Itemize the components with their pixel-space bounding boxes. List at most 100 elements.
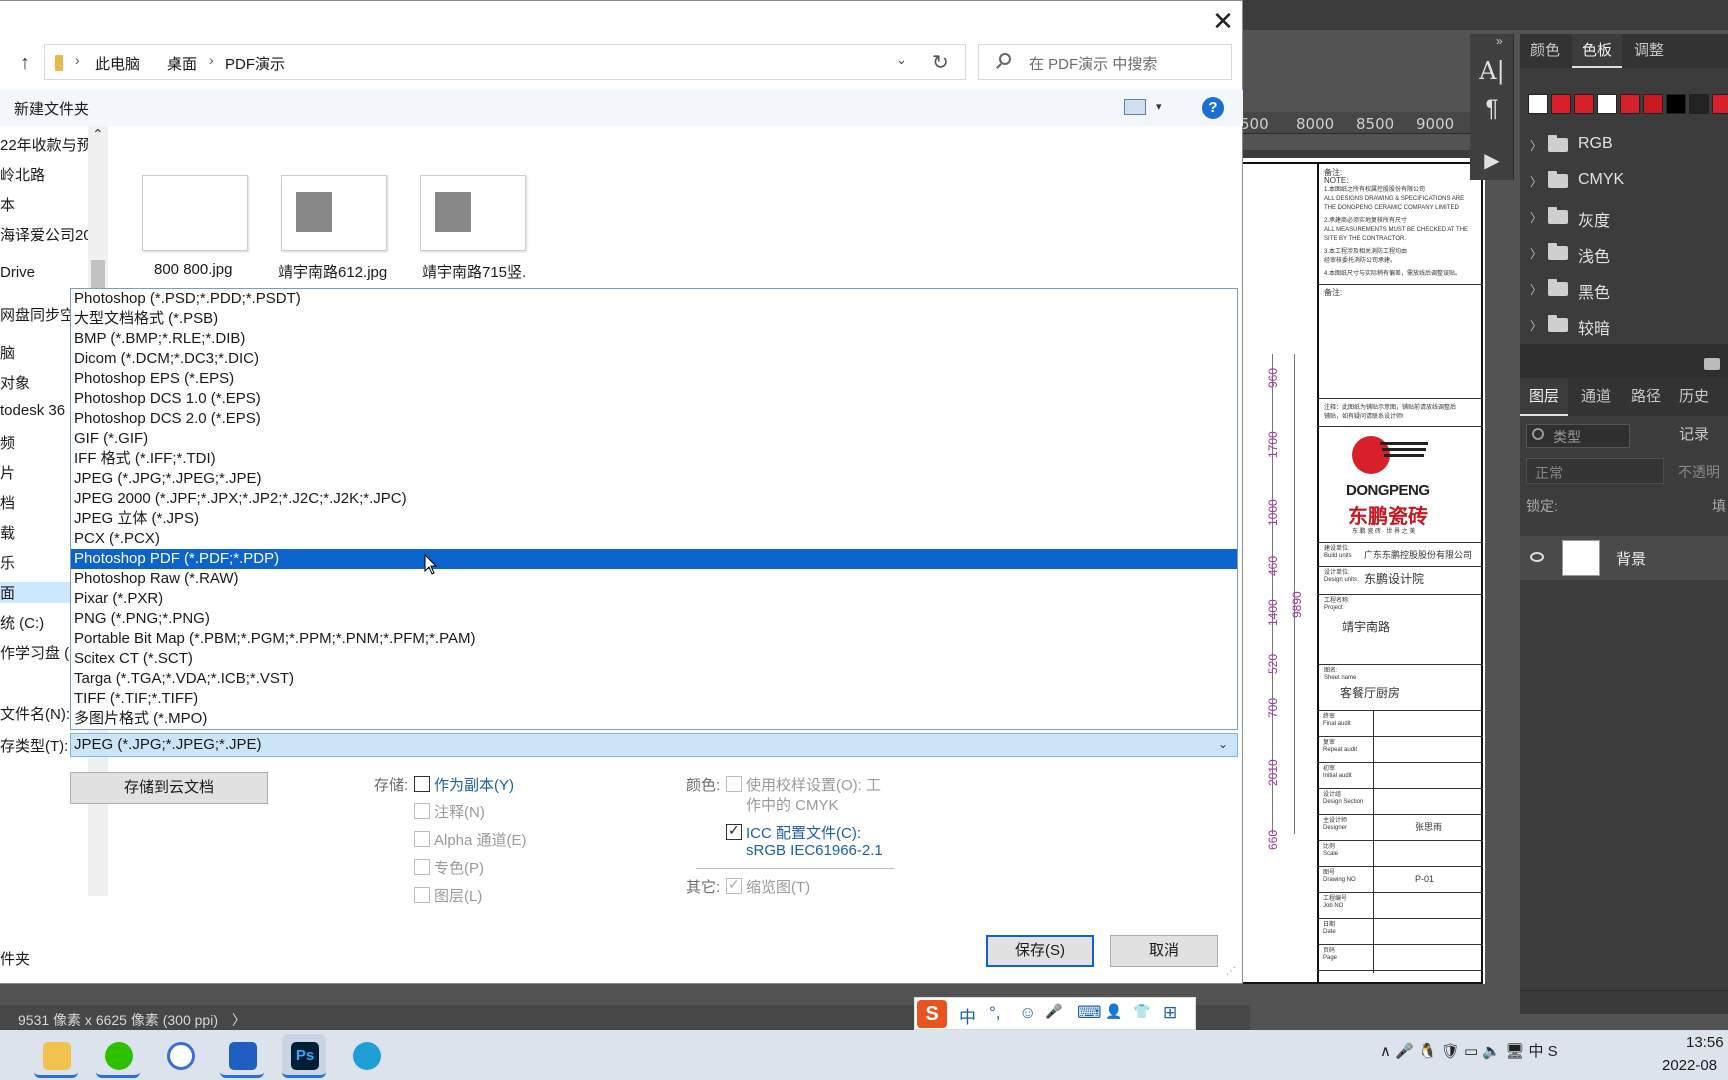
file-thumbnail[interactable] — [281, 175, 387, 251]
chevron-right-icon[interactable]: 〉 — [1530, 317, 1542, 334]
nav-item[interactable]: 22年收款与预 — [0, 134, 92, 155]
tab-layers[interactable]: 图层 — [1520, 378, 1569, 416]
ime-punctuation[interactable]: °, — [989, 1003, 1001, 1023]
address-history-dropdown[interactable]: ⌄ — [896, 52, 907, 68]
tab-swatches[interactable]: 色板 — [1572, 34, 1623, 68]
color-swatch[interactable] — [1643, 94, 1663, 114]
file-type-option[interactable]: Photoshop (*.PSD;*.PDD;*.PSDT) — [71, 289, 1237, 309]
breadcrumb-pdf-demo[interactable]: PDF演示 — [225, 53, 285, 74]
system-tray[interactable]: ∧ 🎤 🐧 🛡 ▭ 🔈 🖥 中 S — [1380, 1040, 1558, 1061]
tab-paths[interactable]: 路径 — [1622, 378, 1670, 416]
toolbox-icon[interactable]: ⊞ — [1163, 1003, 1177, 1023]
layer-row[interactable]: 背景 — [1520, 536, 1728, 580]
file-type-option[interactable]: JPEG 立体 (*.JPS) — [71, 509, 1237, 529]
thumbnail-checkbox[interactable] — [726, 876, 742, 894]
taskbar-edge[interactable] — [344, 1034, 388, 1078]
taskbar-file-explorer[interactable] — [34, 1034, 78, 1078]
up-arrow-icon[interactable]: ↑ — [20, 52, 30, 75]
nav-item[interactable]: 对象 — [0, 372, 30, 393]
file-type-option[interactable]: Photoshop DCS 1.0 (*.EPS) — [71, 389, 1237, 409]
color-swatch[interactable] — [1528, 94, 1548, 114]
file-type-option[interactable]: Photoshop Raw (*.RAW) — [71, 569, 1237, 589]
tab-color[interactable]: 颜色 — [1520, 34, 1570, 68]
breadcrumb-this-pc[interactable]: 此电脑 — [95, 53, 140, 74]
swatch-folder[interactable]: 〉 较暗 — [1520, 308, 1728, 344]
refresh-icon[interactable]: ↻ — [932, 50, 949, 75]
swatch-folder[interactable]: 〉 黑色 — [1520, 272, 1728, 308]
keyboard-icon[interactable]: ⌨ — [1077, 1003, 1102, 1023]
folder-icon[interactable] — [1704, 358, 1720, 370]
color-swatch[interactable] — [1666, 94, 1686, 114]
nav-scrollbar-thumb[interactable] — [91, 260, 105, 290]
taskbar-photoshop[interactable]: Ps — [282, 1034, 326, 1078]
emoji-icon[interactable]: ☺ — [1019, 1003, 1036, 1023]
file-type-option[interactable]: Photoshop PDF (*.PDF;*.PDP) — [71, 549, 1237, 569]
chevron-right-icon[interactable]: 〉 — [1530, 209, 1542, 226]
swatch-folder[interactable]: 〉 灰度 — [1520, 200, 1728, 236]
resize-grip-icon[interactable]: ⋰ — [1226, 966, 1236, 977]
file-type-option[interactable]: Portable Bit Map (*.PBM;*.PGM;*.PPM;*.PN… — [71, 629, 1237, 649]
file-type-option[interactable]: TIFF (*.TIF;*.TIFF) — [71, 689, 1237, 709]
user-icon[interactable]: 👤 — [1105, 1003, 1122, 1020]
address-bar[interactable]: › 此电脑 › 桌面 › PDF演示 — [44, 44, 966, 80]
file-thumbnail[interactable] — [420, 175, 526, 251]
swatch-folder[interactable]: 〉 CMYK — [1520, 164, 1728, 200]
file-type-option[interactable]: 大型文档格式 (*.PSB) — [71, 309, 1237, 329]
chevron-right-icon[interactable]: 〉 — [1530, 137, 1542, 154]
microphone-icon[interactable]: 🎤 — [1045, 1003, 1062, 1020]
taskbar-wechat[interactable] — [96, 1034, 140, 1078]
visibility-icon[interactable] — [1530, 552, 1544, 562]
nav-item[interactable]: 本 — [0, 194, 15, 215]
paragraph-panel-icon[interactable]: ¶ — [1470, 90, 1514, 128]
chevron-right-icon[interactable]: 〉 — [1530, 173, 1542, 190]
ime-chinese-mode[interactable]: 中 — [959, 1003, 976, 1028]
nav-item[interactable]: 乐 — [0, 552, 15, 573]
swatch-folder[interactable]: 〉 RGB — [1520, 128, 1728, 164]
icc-profile-label[interactable]: ICC 配置文件(C): — [746, 822, 861, 843]
cancel-button[interactable]: 取消 — [1110, 935, 1218, 967]
file-name[interactable]: 800 800.jpg — [154, 261, 232, 278]
search-input[interactable]: 在 PDF演示 中搜索 — [978, 44, 1232, 80]
notes-checkbox[interactable] — [414, 803, 430, 819]
nav-item[interactable]: 网盘同步空 — [0, 304, 75, 325]
blend-mode-select[interactable]: 正常 — [1526, 458, 1664, 484]
file-type-option[interactable]: JPEG 2000 (*.JPF;*.JPX;*.JP2;*.J2C;*.J2K… — [71, 489, 1237, 509]
taskbar-app[interactable] — [158, 1034, 202, 1078]
nav-item[interactable]: 海译爱公司20 — [0, 224, 92, 245]
document-canvas[interactable]: 960 1700 1000 460 1400 520 700 2010 660 … — [1240, 158, 1485, 984]
breadcrumb-separator[interactable]: › — [75, 52, 80, 68]
file-type-option[interactable]: Photoshop EPS (*.EPS) — [71, 369, 1237, 389]
color-swatch[interactable] — [1620, 94, 1640, 114]
nav-item[interactable]: 统 (C:) — [0, 612, 44, 633]
nav-item[interactable]: 岭北路 — [0, 164, 45, 185]
chevron-down-icon[interactable]: ⌄ — [1218, 737, 1228, 751]
save-to-cloud-button[interactable]: 存储到云文档 — [70, 772, 268, 804]
color-swatch[interactable] — [1712, 94, 1728, 114]
save-button[interactable]: 保存(S) — [986, 935, 1094, 967]
breadcrumb-separator[interactable]: › — [209, 52, 214, 68]
hide-folders-toggle[interactable]: 件夹 — [0, 948, 30, 969]
save-as-copy-label[interactable]: 作为副本(Y) — [434, 774, 514, 795]
character-panel-icon[interactable]: A| — [1470, 52, 1514, 90]
file-name[interactable]: 靖宇南路612.jpg — [278, 261, 387, 282]
breadcrumb-desktop[interactable]: 桌面 — [167, 53, 197, 74]
file-type-option[interactable]: Scitex CT (*.SCT) — [71, 649, 1237, 669]
file-type-option[interactable]: PNG (*.PNG;*.PNG) — [71, 609, 1237, 629]
clock-date[interactable]: 2022-08 — [1662, 1057, 1717, 1074]
file-type-option[interactable]: BMP (*.BMP;*.RLE;*.DIB) — [71, 329, 1237, 349]
file-type-value[interactable]: JPEG (*.JPG;*.JPEG;*.JPE) — [74, 736, 262, 753]
chevron-right-icon[interactable]: 〉 — [1530, 245, 1542, 262]
help-icon[interactable]: ? — [1202, 97, 1224, 119]
sogou-logo-icon[interactable]: S — [917, 1000, 947, 1028]
file-type-option[interactable]: Dicom (*.DCM;*.DC3;*.DIC) — [71, 349, 1237, 369]
swatch-folder[interactable]: 〉 浅色 — [1520, 236, 1728, 272]
nav-item[interactable]: 作学习盘 (D — [0, 642, 80, 663]
view-options-icon[interactable] — [1124, 99, 1146, 115]
nav-item[interactable]: 片 — [0, 462, 15, 483]
icc-profile-checkbox[interactable] — [726, 822, 742, 840]
use-proof-checkbox[interactable] — [726, 776, 742, 792]
actions-panel-icon[interactable]: ▶ — [1470, 142, 1514, 180]
layers-checkbox[interactable] — [414, 887, 430, 903]
tab-history[interactable]: 历史记录 — [1670, 378, 1728, 443]
nav-item[interactable]: Drive — [0, 264, 35, 281]
